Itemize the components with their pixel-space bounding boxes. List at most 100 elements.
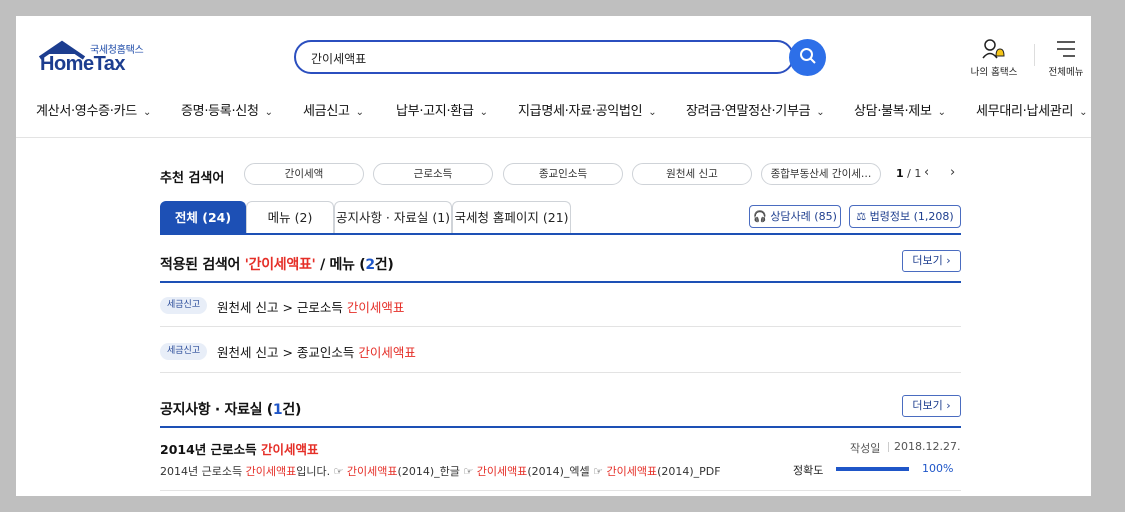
search-button[interactable] — [789, 39, 826, 76]
desc-text: (2014)_한글 ☞ — [397, 465, 477, 478]
section-suffix: 건) — [282, 402, 302, 418]
notice-title-link[interactable]: 2014년 근로소득 간이세액표 — [160, 439, 319, 458]
pager-current: 1 — [896, 167, 904, 180]
recommended-chip[interactable]: 간이세액 — [244, 163, 364, 185]
nav-label: 지급명세·자료·공익법인 — [518, 104, 643, 119]
nav-item-consult[interactable]: 상담·불복·제보 ⌄ — [854, 100, 946, 119]
desc-text: (2014)_PDF — [657, 465, 721, 478]
recommended-chip[interactable]: 종교인소득 — [503, 163, 623, 185]
headset-icon: 🎧 — [753, 210, 767, 223]
menu-result-link[interactable]: 원천세 신고 > 종교인소득 간이세액표 — [217, 342, 416, 361]
menu-more-button[interactable]: 더보기 › — [902, 250, 961, 272]
section-divider — [160, 426, 961, 428]
keyword-highlight: 간이세액표 — [606, 465, 658, 478]
accuracy-bar — [836, 467, 909, 471]
notice-section-title: 공지사항 · 자료실 (1건) — [160, 399, 301, 419]
chevron-down-icon: ⌄ — [355, 107, 364, 118]
date-divider — [888, 442, 889, 452]
hamburger-menu-icon — [1036, 38, 1091, 60]
nav-item-statements[interactable]: 지급명세·자료·공익법인 ⌄ — [518, 100, 657, 119]
row-divider — [160, 490, 961, 491]
recommended-chip[interactable]: 근로소득 — [373, 163, 493, 185]
chevron-right-icon[interactable]: › — [950, 165, 955, 180]
gavel-icon: ⚖ — [856, 210, 867, 223]
chevron-down-icon: ⌄ — [142, 107, 152, 118]
section-keyword: '간이세액표' — [244, 257, 316, 273]
menu-path: 원천세 신고 > 종교인소득 — [217, 345, 359, 360]
keyword-highlight: 간이세액표 — [346, 465, 398, 478]
recommended-pager: 1 / 1 — [896, 167, 921, 180]
chevron-down-icon: ⌄ — [264, 107, 273, 118]
keyword-highlight: 간이세액표 — [476, 465, 528, 478]
all-menu-label: 전체메뉴 — [1048, 67, 1084, 78]
recommended-chip[interactable]: 원천세 신고 — [632, 163, 752, 185]
hometax-page: 국세청홈택스 HomeTax 간이세액표 나의 홈택스 전체메뉴 계산서·영수증… — [16, 16, 1091, 496]
chevron-down-icon: ⌄ — [937, 107, 946, 118]
nav-item-incentive[interactable]: 장려금·연말정산·기부금 ⌄ — [686, 100, 825, 119]
tab-nts-homepage[interactable]: 국세청 홈페이지 (21) — [452, 201, 571, 234]
law-info-button[interactable]: ⚖ 법령정보 (1,208) — [849, 205, 961, 228]
accuracy-value: 100% — [922, 462, 954, 475]
user-bell-icon — [964, 38, 1024, 60]
nav-label: 납부·고지·환급 — [396, 104, 474, 119]
chevron-down-icon: ⌄ — [1079, 107, 1088, 118]
section-middle: / 메뉴 ( — [315, 257, 366, 273]
law-info-label: 법령정보 (1,208) — [869, 210, 954, 223]
menu-section-title: 적용된 검색어 '간이세액표' / 메뉴 (2건) — [160, 254, 394, 274]
nav-label: 상담·불복·제보 — [854, 104, 932, 119]
nav-label: 증명·등록·신청 — [181, 104, 259, 119]
nav-item-tax-return[interactable]: 세금신고 ⌄ — [303, 100, 364, 119]
chevron-left-icon[interactable]: ‹ — [924, 165, 929, 180]
category-badge: 세금신고 — [160, 297, 208, 314]
my-hometax-label: 나의 홈택스 — [970, 67, 1018, 78]
more-label: 더보기 — [912, 254, 943, 267]
keyword-highlight: 간이세액표 — [358, 345, 416, 360]
section-suffix: 건) — [374, 257, 394, 273]
search-input[interactable] — [294, 40, 794, 74]
menu-result-link[interactable]: 원천세 신고 > 근로소득 간이세액표 — [217, 297, 404, 316]
keyword-highlight: 간이세액표 — [346, 300, 405, 315]
row-divider — [160, 326, 961, 327]
notice-description: 2014년 근로소득 간이세액표입니다. ☞ 간이세액표(2014)_한글 ☞ … — [160, 463, 721, 479]
nav-label: 계산서·영수증·카드 — [36, 104, 137, 119]
nav-item-agent[interactable]: 세무대리·납세관리 ⌄ — [976, 100, 1088, 119]
section-divider — [160, 281, 961, 283]
notice-title-text: 2014년 근로소득 — [160, 442, 261, 457]
nav-label: 세무대리·납세관리 — [976, 104, 1074, 119]
nav-item-payment[interactable]: 납부·고지·환급 ⌄ — [396, 100, 488, 119]
tab-underline — [160, 233, 961, 235]
more-label: 더보기 — [912, 399, 943, 412]
category-badge: 세금신고 — [160, 343, 208, 360]
date-label: 작성일 — [850, 442, 881, 455]
recommended-title: 추천 검색어 — [160, 171, 225, 186]
nav-item-certificate[interactable]: 증명·등록·신청 ⌄ — [181, 100, 273, 119]
tab-menu[interactable]: 메뉴 (2) — [246, 201, 334, 234]
consult-cases-button[interactable]: 🎧 상담사례 (85) — [749, 205, 841, 228]
nav-item-invoice[interactable]: 계산서·영수증·카드 ⌄ — [36, 100, 151, 119]
notice-more-button[interactable]: 더보기 › — [902, 395, 961, 417]
tab-notice[interactable]: 공지사항 · 자료실 (1) — [334, 201, 452, 234]
all-menu-button[interactable]: 전체메뉴 — [1036, 38, 1091, 78]
tab-all[interactable]: 전체 (24) — [160, 201, 246, 234]
date-value: 2018.12.27. — [894, 440, 961, 453]
desc-text: 2014년 근로소득 — [160, 465, 246, 478]
consult-cases-label: 상담사례 (85) — [770, 210, 837, 223]
chevron-down-icon: ⌄ — [816, 107, 825, 118]
keyword-highlight: 간이세액표 — [261, 442, 319, 457]
section-prefix: 공지사항 · 자료실 ( — [160, 402, 273, 418]
nav-label: 장려금·연말정산·기부금 — [686, 104, 811, 119]
recommended-chip[interactable]: 종합부동산세 간이세… — [761, 163, 881, 185]
row-divider — [160, 372, 961, 373]
chevron-down-icon: ⌄ — [648, 107, 657, 118]
accuracy-label: 정확도 — [793, 464, 824, 477]
logo-hometax[interactable]: HomeTax — [40, 53, 126, 76]
section-count: 2 — [365, 257, 375, 273]
pager-total: / 1 — [907, 167, 922, 180]
menu-path: 원천세 신고 > 근로소득 — [217, 300, 347, 315]
search-input-value[interactable]: 간이세액표 — [311, 50, 366, 67]
my-hometax-button[interactable]: 나의 홈택스 — [964, 38, 1024, 78]
nav-divider — [16, 137, 1091, 138]
section-prefix: 적용된 검색어 — [160, 257, 245, 273]
nav-label: 세금신고 — [303, 104, 350, 119]
utility-divider — [1034, 44, 1035, 66]
